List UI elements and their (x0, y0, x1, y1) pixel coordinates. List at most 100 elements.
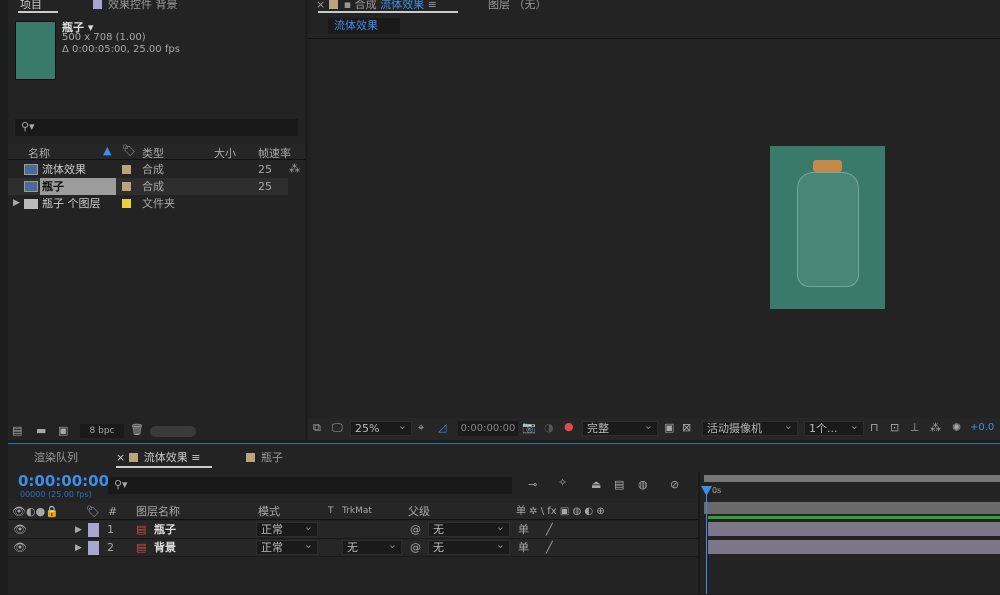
close-icon[interactable]: × (116, 451, 129, 464)
bpc-button[interactable]: 8 bpc (80, 424, 124, 438)
composition-icon (24, 164, 38, 175)
timecode-display[interactable]: 0:00:00:00 (458, 421, 518, 436)
tab-effect-controls[interactable]: 效果控件 背景 (93, 0, 178, 12)
tab-layer[interactable]: 图层 （无） (488, 0, 547, 12)
shy-switch-icon[interactable]: 单 (518, 539, 529, 557)
current-time[interactable]: 0:00:00:00 (18, 472, 109, 490)
menu-icon[interactable]: ≡ (428, 0, 437, 11)
time-navigator[interactable] (704, 475, 1000, 482)
label-color[interactable] (88, 523, 99, 537)
label-color[interactable] (122, 165, 131, 174)
visibility-eye-icon[interactable]: 👁 (13, 539, 27, 557)
label-color[interactable] (122, 199, 131, 208)
folder-icon (24, 199, 38, 209)
new-composition-icon[interactable]: ▣ (58, 424, 68, 437)
playhead[interactable] (706, 486, 707, 594)
zoom-dropdown[interactable]: 25% (350, 419, 412, 436)
project-item[interactable]: 流体效果 合成 25 (8, 161, 288, 178)
fast-preview-icon[interactable]: ▣ (664, 421, 674, 434)
col-size[interactable]: 大小 (214, 145, 236, 161)
timeline-divider[interactable] (698, 472, 700, 595)
item-type: 文件夹 (142, 197, 175, 210)
project-item[interactable]: ▶ 瓶子 个图层 文件夹 (8, 195, 288, 212)
col-switches: 单 ✲ \ fx ▣ ◍ ◐ ⊕ (516, 506, 605, 517)
views-dropdown[interactable]: 1个... (804, 419, 864, 436)
trkmat-dropdown[interactable]: 无 (342, 538, 402, 555)
tag-icon[interactable]: 🏷 (122, 144, 136, 157)
3d-view-icon[interactable]: ⊓ (870, 421, 879, 434)
expand-triangle-icon[interactable]: ▶ (75, 521, 82, 539)
item-name: 瓶子 个图层 (42, 197, 101, 210)
tab-bottle-comp[interactable]: 瓶子 (246, 449, 283, 465)
snapshot-icon[interactable]: 📷 (522, 421, 536, 434)
transparency-grid-icon[interactable]: ◿ (438, 421, 446, 434)
new-folder-icon[interactable]: ▬ (36, 424, 46, 437)
item-name[interactable]: 瓶子 (40, 178, 116, 195)
shy-switch-icon[interactable]: 单 (518, 521, 529, 539)
viewer-toolbar: ⧉ 🖵 25% ⌖ ◿ 0:00:00:00 📷 ◑ ● 完整 ▣ ⊠ 活动摄像… (308, 418, 1000, 440)
quality-switch-icon[interactable]: ╱ (546, 539, 553, 557)
lock-icon[interactable]: ▪ (344, 0, 355, 11)
parent-dropdown[interactable]: 无 (428, 538, 510, 555)
layer-name[interactable]: 背景 (154, 539, 176, 557)
timeline-icon[interactable]: ⊡ (890, 421, 899, 434)
pick-whip-icon[interactable]: @ (410, 521, 421, 539)
label-tag-icon[interactable]: 🏷 (86, 503, 100, 520)
layer-name[interactable]: 瓶子 (154, 521, 176, 539)
trash-icon[interactable]: 🗑 (130, 423, 144, 436)
comp-mini-flowchart-icon[interactable]: ⊸ (528, 478, 537, 491)
draft-3d-icon[interactable]: ✧ (558, 476, 567, 489)
file-icon: ▤ (136, 523, 147, 536)
pick-whip-icon[interactable]: @ (410, 539, 421, 557)
parent-dropdown[interactable]: 无 (428, 520, 510, 537)
work-area-bar[interactable] (704, 502, 1000, 514)
col-name[interactable]: 名称 (28, 145, 50, 161)
camera-dropdown[interactable]: 活动摄像机 (702, 419, 798, 436)
mode-dropdown[interactable]: 正常 (256, 538, 318, 555)
project-item[interactable]: 瓶子 合成 25 (8, 178, 288, 195)
col-fps[interactable]: 帧速率 (258, 145, 291, 161)
layer-row[interactable]: 👁 ▶ 1 ▤ 瓶子 正常 @ 无 单 ╱ (8, 520, 698, 539)
quality-switch-icon[interactable]: ╱ (546, 521, 553, 539)
col-layer-name[interactable]: 图层名称 (136, 503, 180, 520)
viewer[interactable] (308, 38, 1000, 416)
search-input[interactable]: ⚲▾ (15, 119, 298, 136)
show-snapshot-icon[interactable]: ◑ (544, 421, 554, 434)
col-type[interactable]: 类型 (142, 145, 164, 161)
resolution-dropdown[interactable]: 完整 (582, 419, 658, 436)
mode-dropdown[interactable]: 正常 (256, 520, 318, 537)
motion-blur-icon[interactable]: ◍ (638, 478, 648, 491)
monitor-icon[interactable]: 🖵 (332, 421, 343, 435)
breadcrumb[interactable]: 流体效果 (328, 18, 400, 34)
interpret-footage-icon[interactable]: ▤ (12, 424, 22, 437)
always-preview-icon[interactable]: ⧉ (313, 421, 321, 435)
layer-search-input[interactable]: ⚲▾ (108, 477, 512, 494)
expand-triangle-icon[interactable]: ▶ (75, 539, 82, 557)
channel-icon[interactable]: ● (564, 420, 574, 433)
graph-editor-icon[interactable]: ⊘ (670, 478, 679, 491)
work-area-range[interactable] (708, 516, 1000, 519)
tab-timeline-comp[interactable]: × 流体效果 ≡ (116, 449, 200, 465)
frame-blending-icon[interactable]: ▤ (614, 478, 624, 491)
hide-shy-icon[interactable]: ⏏ (591, 478, 601, 491)
comp-flowchart-icon[interactable]: ⊥ (910, 421, 920, 434)
layer-duration-bar[interactable] (708, 540, 1000, 554)
file-icon: ▤ (136, 541, 147, 554)
visibility-eye-icon[interactable]: 👁 (13, 521, 27, 539)
menu-icon[interactable]: ≡ (191, 451, 200, 464)
expand-triangle-icon[interactable]: ▶ (13, 195, 20, 212)
region-icon[interactable]: ⌖ (418, 421, 424, 435)
close-icon[interactable]: × (316, 0, 329, 11)
layer-row[interactable]: 👁 ▶ 2 ▤ 背景 正常 无 @ 无 单 ╱ (8, 538, 698, 557)
label-color[interactable] (122, 182, 131, 191)
exposure-reset-icon[interactable]: ✺ (952, 421, 961, 434)
exposure-value[interactable]: +0.0 (970, 422, 994, 433)
toggle-grid-icon[interactable]: ⊠ (682, 421, 691, 434)
scrollbar[interactable] (150, 426, 196, 437)
tab-render-queue[interactable]: 渲染队列 (34, 449, 78, 465)
label-color[interactable] (88, 541, 99, 555)
flowchart-icon[interactable]: ⁂ (289, 162, 300, 175)
layer-duration-bar[interactable] (708, 522, 1000, 536)
flowchart-icon[interactable]: ⁂ (930, 421, 941, 434)
sort-ascending-icon[interactable]: ▲ (103, 144, 111, 157)
